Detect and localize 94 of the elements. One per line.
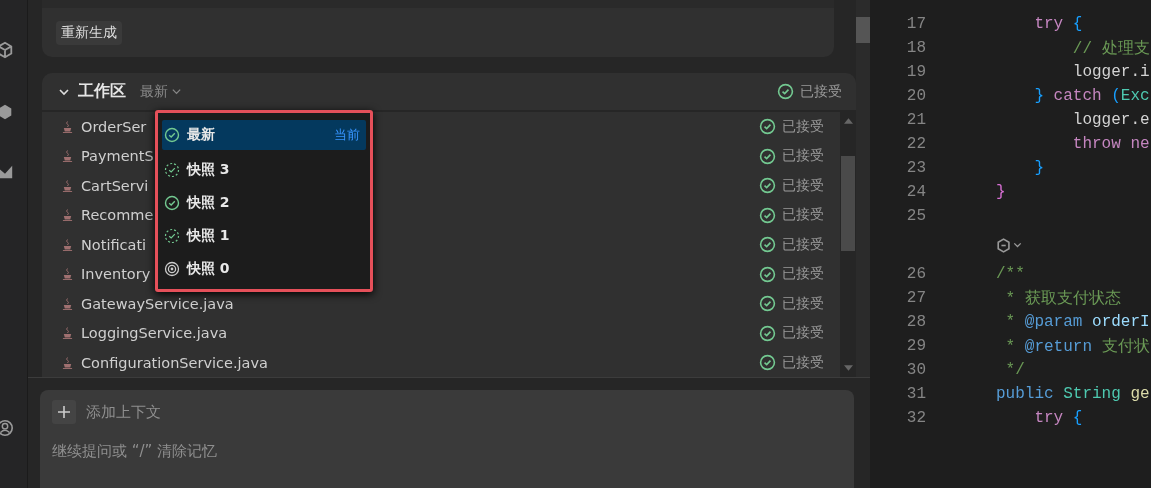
- file-name: LoggingService.java: [81, 325, 228, 342]
- file-name: Inventory: [81, 266, 151, 283]
- check-circle-icon: [777, 83, 794, 100]
- line-number: 18: [905, 39, 926, 57]
- menu-item-label: 快照 2: [187, 193, 230, 212]
- status-label: 已接受: [782, 353, 824, 372]
- code-line: public String ge: [996, 385, 1150, 403]
- menu-item[interactable]: 快照 1: [162, 219, 366, 252]
- code-line: * 获取支付状态: [1004, 288, 1121, 309]
- coffee-cup-icon: [62, 296, 73, 311]
- code-line: /**: [996, 265, 1025, 283]
- line-number: 30: [905, 361, 926, 379]
- file-name: CartServi: [81, 177, 149, 194]
- code-line: }: [1033, 159, 1044, 177]
- coffee-cup-icon: [62, 178, 73, 193]
- check-circle-icon: [759, 206, 776, 224]
- menu-item[interactable]: 快照 0: [162, 252, 366, 285]
- status-label: 已接受: [782, 176, 824, 195]
- coffee-cup-icon: [62, 326, 73, 341]
- code-line: // 处理支: [1071, 38, 1150, 59]
- check-circle-icon: [759, 295, 776, 313]
- coffee-cup-icon: [62, 208, 73, 223]
- check-circle-icon: [759, 177, 776, 195]
- line-number: 22: [905, 135, 926, 153]
- hexagon-icon[interactable]: [0, 102, 14, 122]
- plus-icon: [57, 405, 71, 419]
- current-label: 当前: [334, 126, 360, 144]
- code-line: * @param orderI: [1004, 313, 1150, 331]
- status-label: 已接受: [782, 117, 824, 136]
- code-line: }: [996, 183, 1006, 201]
- code-line: } catch (Exc: [1033, 87, 1150, 105]
- code-line: try {: [1033, 409, 1083, 427]
- check-circle-icon: [759, 354, 776, 372]
- coffee-cup-icon: [62, 355, 73, 370]
- status-label: 已接受: [782, 206, 824, 225]
- code-line: logger.i: [1071, 63, 1150, 81]
- version-dropdown[interactable]: 最新: [140, 82, 182, 101]
- line-number: 29: [905, 337, 926, 355]
- check-circle-icon: [759, 147, 776, 165]
- menu-item[interactable]: 最新 当前: [162, 120, 366, 150]
- file-name: Recomme: [81, 207, 154, 224]
- line-number: 19: [905, 63, 926, 81]
- message-input[interactable]: 继续提问或 “/” 清除记忆: [52, 442, 452, 460]
- status-label: 已接受: [800, 82, 842, 101]
- coffee-cup-icon: [62, 237, 73, 252]
- line-number: 25: [905, 207, 926, 225]
- regenerate-button[interactable]: 重新生成: [56, 21, 122, 45]
- scroll-down-icon[interactable]: [843, 365, 853, 371]
- check-circle-icon: [759, 236, 776, 254]
- workspace-title: 工作区: [78, 81, 126, 102]
- line-number: 28: [905, 313, 926, 331]
- scrollbar[interactable]: [840, 112, 856, 377]
- check-circle-icon: [759, 324, 776, 342]
- file-name: OrderSer: [81, 118, 147, 135]
- line-number: 21: [905, 111, 926, 129]
- line-number: 17: [905, 15, 926, 33]
- line-number: 27: [905, 289, 926, 307]
- line-number: 23: [905, 159, 926, 177]
- check-circle-icon: [759, 118, 776, 136]
- account-icon[interactable]: [0, 418, 14, 438]
- code-line: logger.e: [1071, 111, 1150, 129]
- menu-item-label: 快照 0: [187, 259, 230, 278]
- cube-icon[interactable]: [0, 40, 14, 60]
- status-label: 已接受: [782, 265, 824, 284]
- file-name: ConfigurationService.java: [81, 354, 268, 371]
- code-line: * @return 支付状: [1004, 336, 1150, 357]
- menu-item[interactable]: 快照 3: [162, 153, 366, 186]
- check-circle-icon: [759, 265, 776, 283]
- add-context-button[interactable]: [52, 400, 76, 424]
- scroll-up-icon[interactable]: [843, 118, 853, 124]
- status-label: 已接受: [782, 324, 824, 343]
- menu-item-label: 快照 1: [187, 226, 230, 245]
- add-context-label[interactable]: 添加上下文: [86, 402, 161, 422]
- status-label: 已接受: [782, 147, 824, 166]
- menu-item-label: 快照 3: [187, 160, 230, 179]
- coffee-cup-icon: [62, 267, 73, 282]
- menu-item[interactable]: 快照 2: [162, 186, 366, 219]
- file-name: Notificati: [81, 236, 147, 253]
- coffee-cup-icon: [62, 149, 73, 164]
- file-name: GatewayService.java: [81, 295, 234, 312]
- line-number: 26: [905, 265, 926, 283]
- menu-item-label: 最新: [187, 126, 215, 144]
- coffee-cup-icon: [62, 119, 73, 134]
- code-line: */: [1004, 361, 1025, 379]
- status-label: 已接受: [782, 235, 824, 254]
- line-number: 20: [905, 87, 926, 105]
- line-number: 32: [905, 409, 926, 427]
- status-label: 已接受: [782, 294, 824, 313]
- code-line: throw ne: [1071, 135, 1150, 153]
- line-number: 31: [905, 385, 926, 403]
- chevron-down-icon: [171, 86, 182, 97]
- line-number: 24: [905, 183, 926, 201]
- file-name: PaymentS: [81, 148, 154, 165]
- code-line: try {: [1033, 15, 1083, 33]
